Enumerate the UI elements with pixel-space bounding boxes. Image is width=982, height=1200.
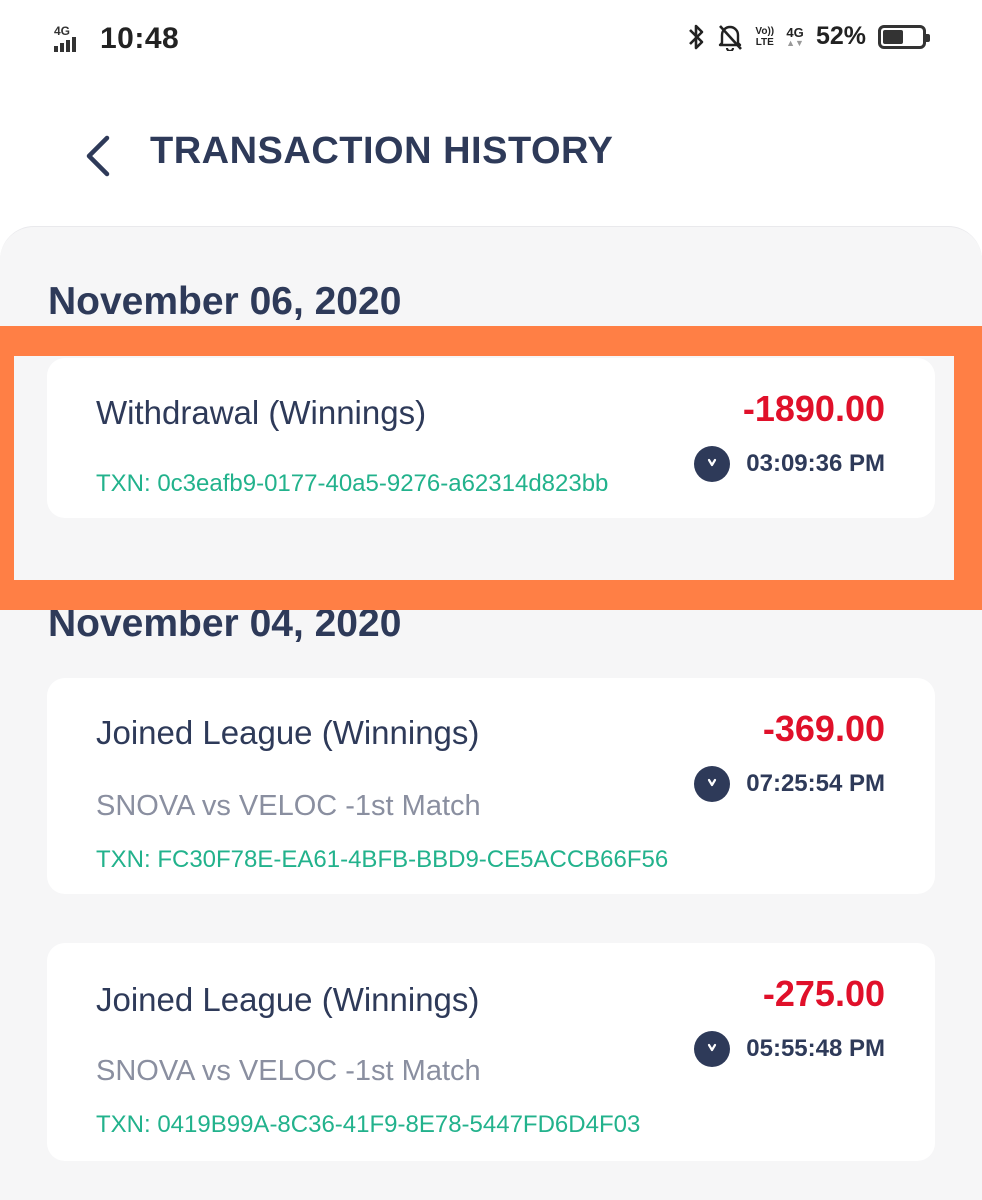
status-bar: 4G 10:48 Vo)) LTE 4G ▲▼ 52% (0, 0, 982, 78)
transaction-id: TXN: 0c3eafb9-0177-40a5-9276-a62314d823b… (96, 470, 609, 497)
battery-percent: 52% (815, 22, 866, 50)
network2-label: 4G (786, 24, 804, 40)
signal-4g-icon: 4G (52, 24, 86, 54)
date-heading: November 06, 2020 (48, 280, 402, 323)
page-header: TRANSACTION HISTORY (0, 100, 982, 210)
transaction-title: Joined League (Winnings) (96, 714, 480, 751)
back-button[interactable] (70, 128, 126, 184)
transaction-title: Joined League (Winnings) (96, 981, 480, 1018)
transaction-time: 07:25:54 PM (746, 770, 885, 797)
network-label: 4G (54, 24, 71, 38)
transaction-time-row: 05:55:48 PM (694, 1031, 885, 1067)
bell-off-icon (719, 24, 743, 51)
transaction-id: TXN: 0419B99A-8C36-41F9-8E78-5447FD6D4F0… (96, 1111, 641, 1138)
transaction-card[interactable]: Withdrawal (Winnings) TXN: 0c3eafb9-0177… (47, 358, 935, 518)
transaction-time: 03:09:36 PM (746, 450, 885, 477)
transaction-time-row: 03:09:36 PM (694, 446, 885, 482)
transaction-card[interactable]: Joined League (Winnings) SNOVA vs VELOC … (47, 943, 935, 1161)
page-title: TRANSACTION HISTORY (150, 130, 614, 172)
clock-icon (694, 1031, 731, 1067)
transaction-subtitle: SNOVA vs VELOC -1st Match (96, 790, 481, 822)
transaction-title: Withdrawal (Winnings) (96, 394, 427, 431)
clock-icon (694, 766, 731, 802)
transaction-time-row: 07:25:54 PM (694, 766, 885, 802)
data-4g-icon: 4G ▲▼ (786, 24, 804, 48)
status-time: 10:48 (100, 22, 180, 55)
date-heading: November 04, 2020 (48, 602, 402, 645)
transaction-amount: -1890.00 (742, 388, 885, 429)
transaction-card[interactable]: Joined League (Winnings) SNOVA vs VELOC … (47, 678, 935, 894)
volte-top: Vo)) (755, 25, 775, 37)
transaction-time: 05:55:48 PM (746, 1035, 885, 1062)
transaction-id: TXN: FC30F78E-EA61-4BFB-BBD9-CE5ACCB66F5… (96, 846, 669, 873)
chevron-left-icon (86, 135, 110, 177)
transaction-amount: -369.00 (762, 708, 885, 749)
bluetooth-icon (689, 24, 704, 49)
volte-bottom: LTE (755, 36, 774, 48)
clock-icon (694, 446, 731, 482)
battery-icon (878, 24, 930, 49)
transaction-subtitle: SNOVA vs VELOC -1st Match (96, 1055, 481, 1087)
volte-icon: Vo)) LTE (755, 26, 774, 48)
transaction-amount: -275.00 (762, 973, 885, 1014)
